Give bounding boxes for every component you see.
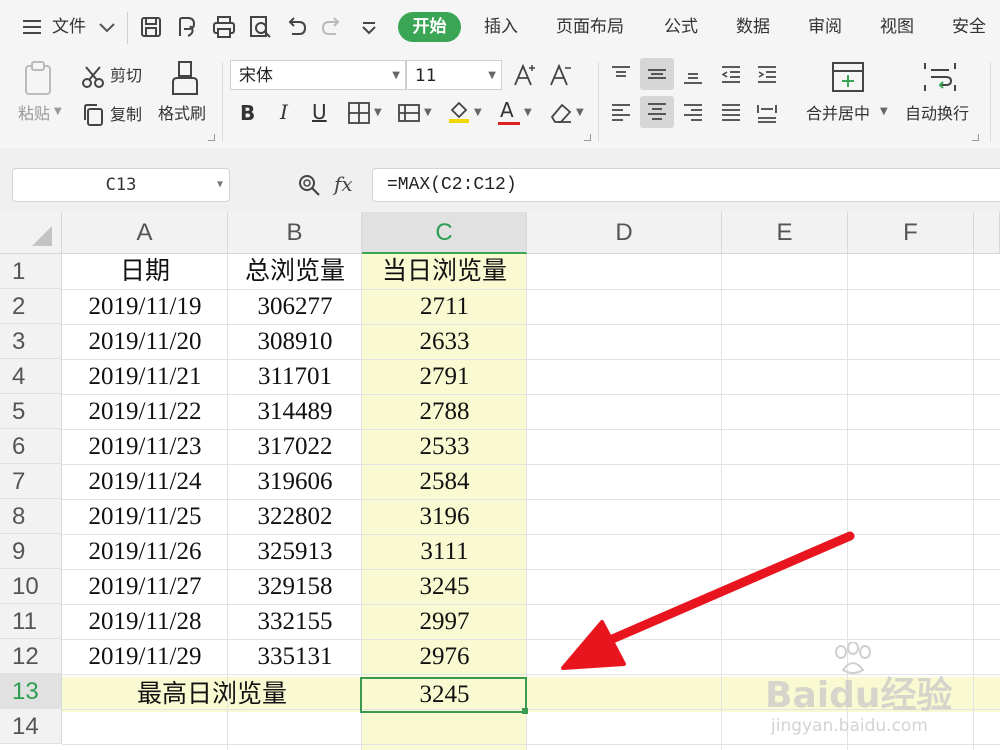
annotation-arrow [561, 531, 855, 670]
watermark: Baidu经验 jingyan.baidu.com [765, 640, 995, 746]
watermark-brand: Baidu经验 [765, 675, 953, 716]
watermark-url: jingyan.baidu.com [771, 716, 928, 736]
